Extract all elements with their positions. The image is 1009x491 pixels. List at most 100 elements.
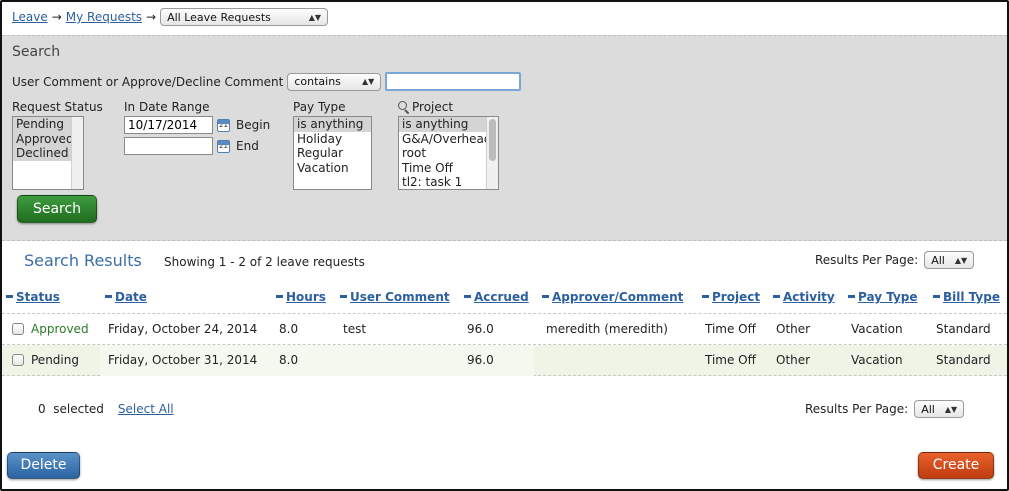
search-panel-title: Search (12, 44, 61, 60)
column-header-project[interactable]: Project (702, 290, 760, 304)
date-range-label: In Date Range (124, 100, 210, 114)
row-accrued: 96.0 (467, 353, 494, 367)
breadcrumb-my-requests-link[interactable]: My Requests (66, 10, 142, 24)
results-table: Status Date Hours User Comment Accrued A… (2, 280, 1007, 376)
request-status-filter: Request Status Pending Approved Declined (12, 100, 103, 190)
results-per-page-bottom: Results Per Page: All ▲▼ (805, 400, 965, 418)
row-project: Time Off (705, 322, 756, 336)
project-label: Project (412, 100, 454, 114)
sort-dash-icon (6, 295, 13, 298)
row-date: Friday, October 24, 2014 (108, 322, 258, 336)
row-accrued: 96.0 (467, 322, 494, 336)
create-button[interactable]: Create (918, 452, 994, 479)
pay-type-label: Pay Type (293, 100, 346, 114)
column-header-approver[interactable]: Approver/Comment (542, 290, 683, 304)
project-option[interactable]: root (399, 146, 498, 161)
row-approver: meredith (meredith) (546, 322, 668, 336)
column-header-pay-type[interactable]: Pay Type (848, 290, 918, 304)
row-date: Friday, October 31, 2014 (108, 353, 258, 367)
table-row[interactable]: Pending Friday, October 31, 2014 8.0 96.… (2, 345, 1007, 376)
column-header-bill-type[interactable]: Bill Type (933, 290, 1000, 304)
project-filter: Project is anything G&A/Overhead root Ti… (398, 100, 499, 190)
sort-dash-icon (773, 295, 780, 298)
select-all-link[interactable]: Select All (118, 402, 174, 416)
select-caret-icon: ▲▼ (362, 77, 375, 86)
breadcrumb-separator: → (51, 10, 62, 24)
breadcrumb-leave-link[interactable]: Leave (12, 10, 48, 24)
delete-button[interactable]: Delete (7, 452, 80, 479)
project-label-row: Project (398, 100, 499, 114)
pay-type-option[interactable]: Holiday (294, 132, 371, 147)
calendar-icon[interactable]: 21 (217, 139, 230, 153)
listbox-scrollbar[interactable] (71, 117, 83, 189)
results-per-page-label: Results Per Page: (815, 253, 919, 267)
comment-filter-row: User Comment or Approve/Decline Comment … (12, 72, 522, 91)
sort-dash-icon (933, 295, 940, 298)
results-per-page-value: All (931, 253, 945, 267)
results-per-page-label: Results Per Page: (805, 402, 909, 416)
select-caret-icon: ▲▼ (944, 404, 958, 414)
pay-type-listbox[interactable]: is anything Holiday Regular Vacation (293, 116, 372, 190)
results-per-page-select[interactable]: All ▲▼ (914, 400, 965, 418)
row-status: Pending (31, 353, 79, 367)
column-header-hours[interactable]: Hours (276, 290, 326, 304)
project-listbox[interactable]: is anything G&A/Overhead root Time Off t… (398, 116, 499, 190)
sort-dash-icon (464, 295, 471, 298)
column-header-accrued[interactable]: Accrued (464, 290, 529, 304)
column-header-user-comment[interactable]: User Comment (340, 290, 450, 304)
end-date-input[interactable] (124, 137, 213, 155)
view-select[interactable]: All Leave Requests ▲▼ (160, 8, 329, 26)
sort-dash-icon (702, 295, 709, 298)
row-status: Approved (31, 322, 89, 336)
pay-type-option[interactable]: Vacation (294, 161, 371, 176)
row-hours: 8.0 (279, 353, 299, 367)
listbox-scrollbar[interactable] (486, 117, 498, 189)
date-range-filter: In Date Range 21 Begin 21 End (124, 100, 270, 158)
calendar-icon[interactable]: 21 (217, 118, 230, 132)
row-hours: 8.0 (279, 322, 299, 336)
select-caret-icon: ▲▼ (954, 255, 968, 265)
search-button[interactable]: Search (17, 195, 97, 223)
results-per-page-select[interactable]: All ▲▼ (924, 251, 975, 269)
row-activity: Other (776, 353, 811, 367)
comment-search-input[interactable] (385, 72, 522, 91)
project-option[interactable]: G&A/Overhead (399, 132, 498, 147)
row-checkbox[interactable] (12, 354, 24, 366)
scrollbar-thumb[interactable] (489, 119, 496, 161)
column-header-status[interactable]: Status (6, 290, 60, 304)
pay-type-option[interactable]: is anything (294, 117, 371, 132)
table-header: Status Date Hours User Comment Accrued A… (2, 280, 1007, 314)
sort-dash-icon (340, 295, 347, 298)
sort-dash-icon (105, 295, 112, 298)
project-option[interactable]: is anything (399, 117, 498, 132)
comment-operator-select[interactable]: contains ▲▼ (287, 72, 382, 91)
request-status-listbox[interactable]: Pending Approved Declined (12, 116, 84, 190)
magnifier-icon[interactable] (398, 101, 410, 113)
begin-date-input[interactable] (124, 116, 213, 134)
results-per-page-value: All (921, 402, 935, 416)
breadcrumb-separator: → (146, 10, 157, 24)
begin-date-row: 21 Begin (124, 116, 270, 134)
selected-count: 0 selected (38, 402, 104, 416)
end-label: End (236, 139, 259, 153)
table-row[interactable]: Approved Friday, October 24, 2014 8.0 te… (2, 314, 1007, 345)
column-header-activity[interactable]: Activity (773, 290, 835, 304)
selection-footer: 0 selected Select All (38, 402, 174, 416)
sort-dash-icon (542, 295, 549, 298)
column-header-date[interactable]: Date (105, 290, 147, 304)
comment-operator-value: contains (294, 75, 341, 88)
row-checkbox[interactable] (12, 323, 24, 335)
project-option[interactable]: tl2: task 1 (399, 175, 498, 189)
comment-filter-label: User Comment or Approve/Decline Comment (12, 74, 284, 89)
select-caret-icon: ▲▼ (308, 12, 322, 22)
row-pay-type: Vacation (851, 353, 903, 367)
row-project: Time Off (705, 353, 756, 367)
pay-type-filter: Pay Type is anything Holiday Regular Vac… (293, 100, 372, 190)
view-select-value: All Leave Requests (167, 10, 271, 24)
row-pay-type: Vacation (851, 322, 903, 336)
project-option[interactable]: Time Off (399, 161, 498, 176)
results-count: Showing 1 - 2 of 2 leave requests (164, 255, 365, 269)
pay-type-option[interactable]: Regular (294, 146, 371, 161)
end-date-row: 21 End (124, 137, 270, 155)
sort-dash-icon (848, 295, 855, 298)
